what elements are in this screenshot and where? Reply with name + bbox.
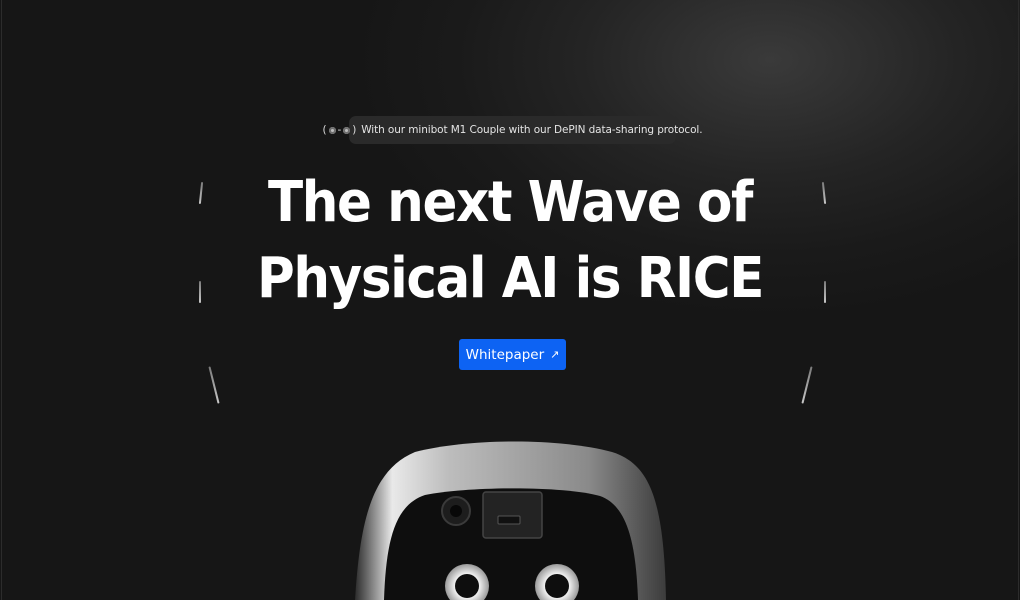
announcement-pill: ( - ) With our minibot M1 Couple with ou… xyxy=(323,116,703,144)
eye-icon xyxy=(328,126,336,134)
emote-face: ( - ) xyxy=(322,124,357,136)
whitepaper-label: Whitepaper xyxy=(465,346,545,363)
hero-line-2: Physical AI is RICE xyxy=(256,246,764,311)
whitepaper-button[interactable]: Whitepaper ↗ xyxy=(459,339,566,370)
arrow-up-right-icon: ↗ xyxy=(550,348,560,361)
eye-icon xyxy=(343,126,351,134)
left-bracket-middle xyxy=(199,281,201,303)
hero-headline: The next Wave of Physical AI is RICE xyxy=(252,165,767,317)
hero-line-1: The next Wave of xyxy=(267,170,753,235)
right-bracket-middle xyxy=(824,281,826,303)
announcement-text: With our minibot M1 Couple with our DePI… xyxy=(361,124,703,136)
